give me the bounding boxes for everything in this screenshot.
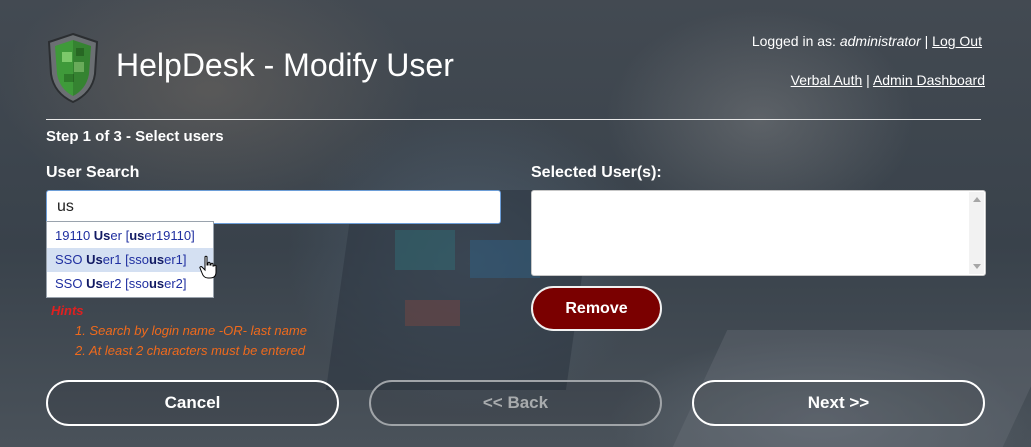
search-suggestions: 19110 User [user19110] SSO User1 [ssouse… [46, 221, 214, 298]
user-search-label: User Search [46, 164, 140, 181]
cancel-button[interactable]: Cancel [46, 380, 339, 426]
suggestion-match: Us [86, 252, 103, 267]
suggestion-text: er1 [sso [102, 252, 149, 267]
logout-link[interactable]: Log Out [932, 33, 982, 49]
hint-item: 2. At least 2 characters must be entered [75, 343, 306, 358]
scrollbar[interactable] [969, 192, 984, 274]
selected-users-label: Selected User(s): [531, 164, 662, 181]
suggestion-item[interactable]: 19110 User [user19110] [47, 224, 213, 248]
header-divider [46, 119, 981, 120]
selected-users-list[interactable] [531, 190, 986, 276]
hand-pointer-icon [199, 255, 217, 279]
scroll-down-icon[interactable] [973, 264, 981, 269]
suggestion-item[interactable]: SSO User1 [ssouser1] [47, 248, 213, 272]
suggestion-text: er2] [164, 276, 187, 291]
suggestion-match: Us [86, 276, 103, 291]
suggestion-text: er1] [164, 252, 187, 267]
suggestion-item[interactable]: SSO User2 [ssouser2] [47, 272, 213, 296]
shield-logo-icon [46, 32, 100, 104]
separator: | [924, 33, 929, 49]
hints-title: Hints [51, 303, 84, 318]
back-button[interactable]: << Back [369, 380, 662, 426]
admin-dashboard-link[interactable]: Admin Dashboard [873, 72, 985, 88]
scroll-up-icon[interactable] [973, 197, 981, 202]
step-indicator: Step 1 of 3 - Select users [46, 128, 224, 145]
suggestion-text: er19110] [144, 228, 195, 243]
logged-in-prefix: Logged in as: [751, 33, 836, 49]
suggestion-text: 19110 [55, 228, 94, 243]
page-title: HelpDesk - Modify User [116, 47, 454, 83]
suggestion-match: us [148, 252, 165, 267]
suggestion-text: SSO [55, 276, 87, 291]
suggestion-match: Us [93, 228, 111, 243]
user-search-input[interactable] [46, 190, 501, 224]
suggestion-text: er [ [110, 228, 130, 243]
separator: | [866, 72, 870, 88]
hint-item: 1. Search by login name -OR- last name [75, 323, 307, 338]
suggestion-match: us [129, 228, 145, 243]
suggestion-text: SSO [55, 252, 87, 267]
suggestion-match: us [148, 276, 165, 291]
login-status: Logged in as: administrator | Log Out [752, 33, 982, 49]
logged-in-username: administrator [839, 33, 921, 49]
header-nav: Verbal Auth | Admin Dashboard [791, 72, 985, 88]
remove-button[interactable]: Remove [531, 286, 662, 331]
next-button[interactable]: Next >> [692, 380, 985, 426]
verbal-auth-link[interactable]: Verbal Auth [791, 72, 863, 88]
suggestion-text: er2 [sso [102, 276, 149, 291]
